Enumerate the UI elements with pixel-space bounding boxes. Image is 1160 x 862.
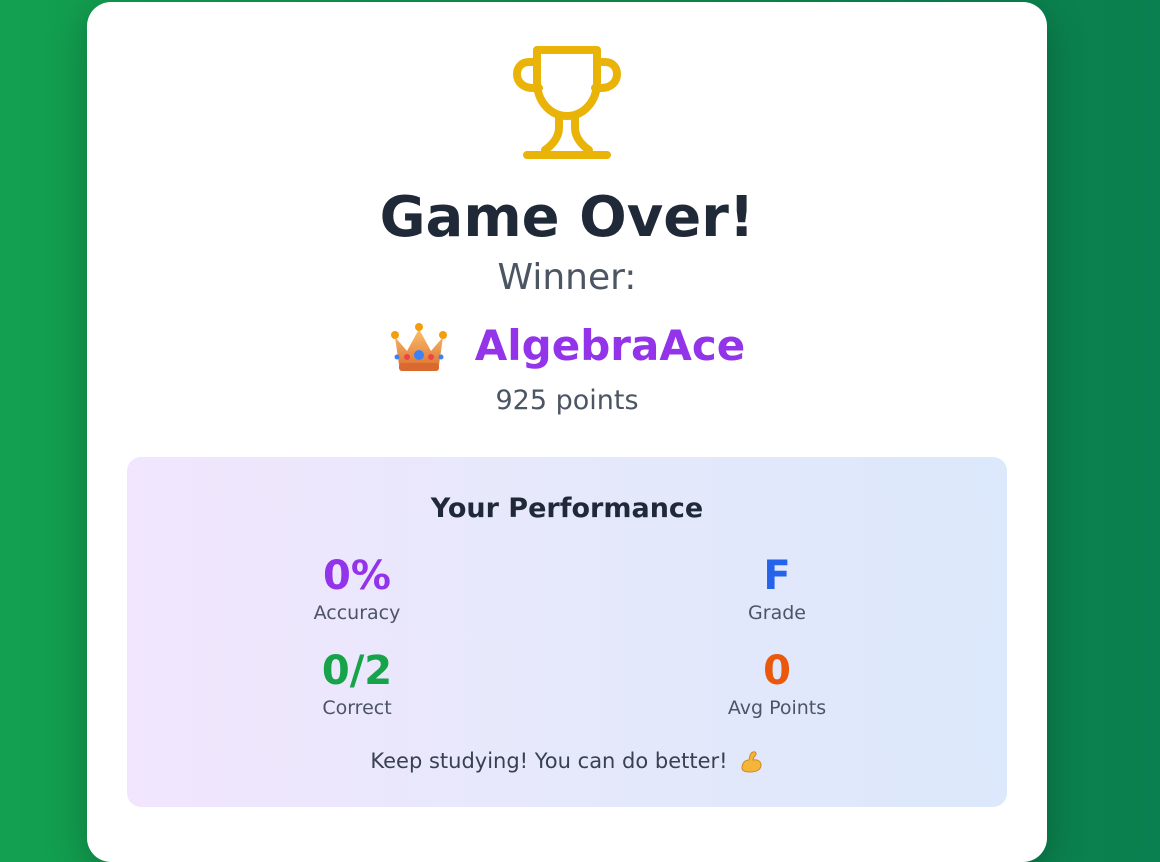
game-over-title: Game Over!	[379, 185, 755, 250]
game-over-card: Game Over! Winner: AlgebraAce 925 points…	[87, 2, 1047, 862]
encouragement-message: Keep studying! You can do better!	[370, 749, 728, 773]
flexed-biceps-icon	[741, 751, 762, 773]
stat-accuracy: 0% Accuracy	[207, 552, 507, 626]
stat-value: 0/2	[321, 648, 393, 694]
winner-label: Winner:	[497, 257, 637, 298]
performance-title: Your Performance	[430, 493, 704, 524]
winner-points: 925 points	[495, 385, 639, 416]
crown-icon	[390, 323, 447, 371]
stat-label: Accuracy	[313, 602, 401, 624]
stat-grade: F Grade	[627, 552, 927, 626]
performance-panel: Your Performance 0% Accuracy F Grade 0/2…	[127, 457, 1007, 807]
stat-label: Grade	[748, 602, 806, 624]
stat-value: F	[763, 553, 791, 599]
stat-label: Avg Points	[727, 697, 827, 719]
stat-correct: 0/2 Correct	[207, 647, 507, 721]
stat-value: 0%	[323, 553, 391, 599]
stat-value: 0	[763, 648, 791, 694]
winner-row: AlgebraAce	[87, 316, 1047, 376]
encouragement-row: Keep studying! You can do better!	[127, 746, 1007, 776]
winner-name: AlgebraAce	[474, 321, 746, 370]
stat-avg-points: 0 Avg Points	[627, 647, 927, 721]
stat-label: Correct	[322, 697, 392, 719]
trophy-icon	[513, 46, 621, 159]
